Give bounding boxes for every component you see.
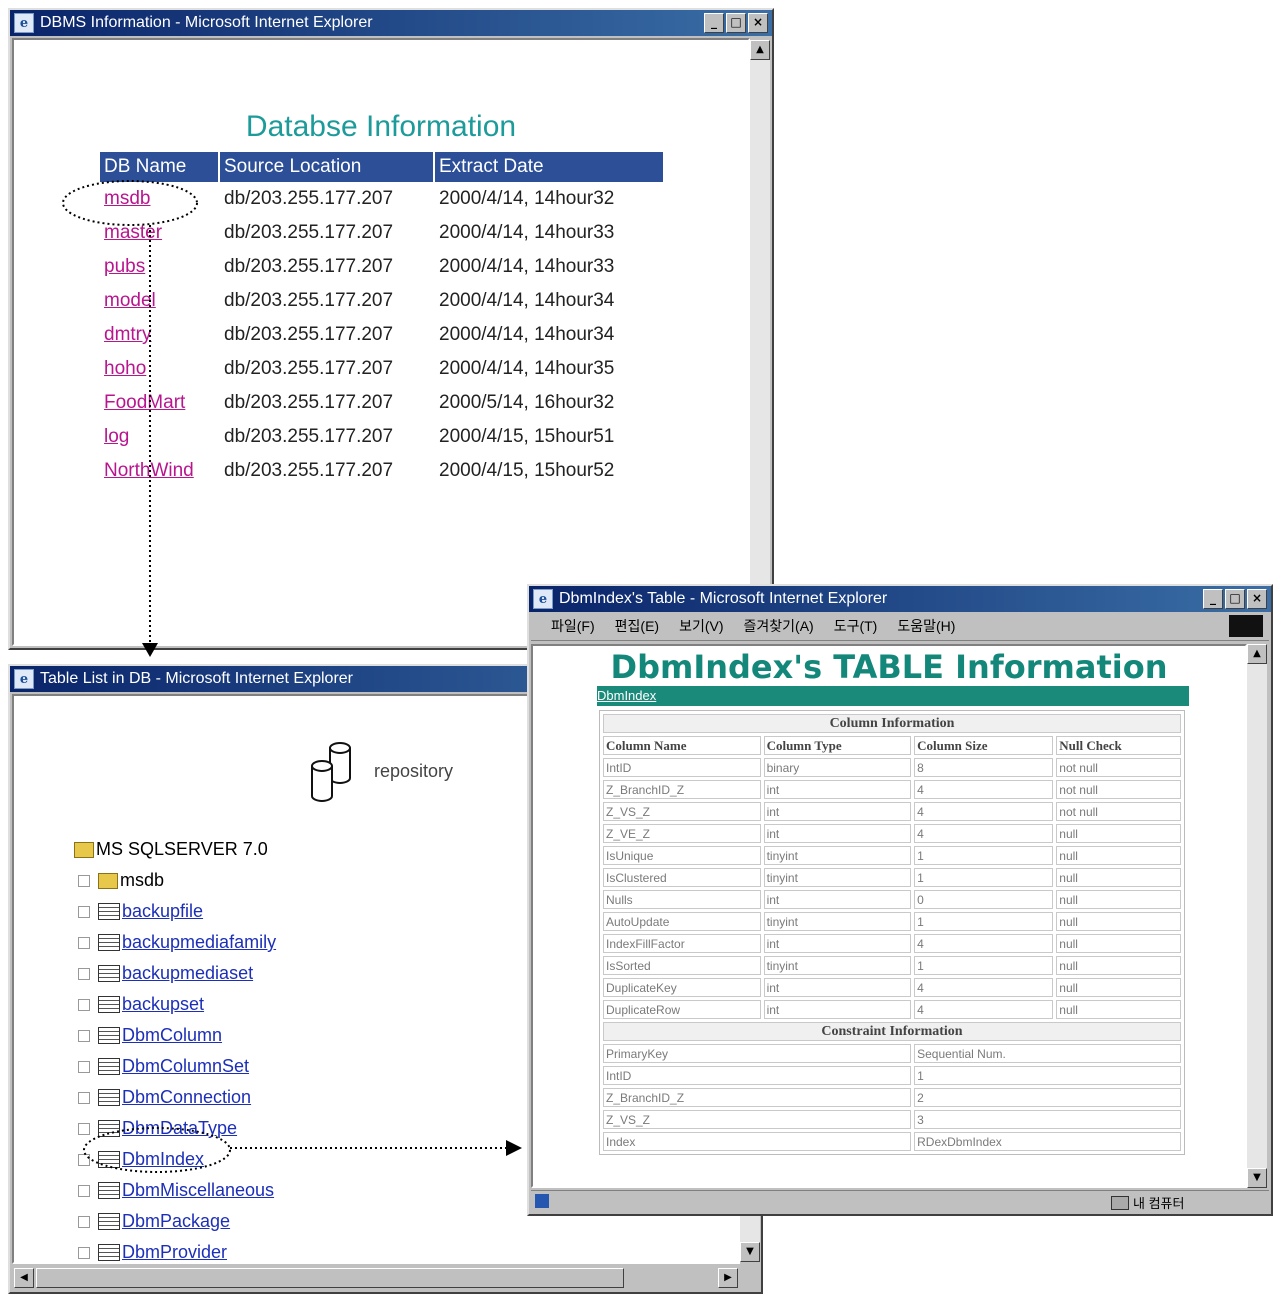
callout-overlay: [62, 180, 522, 1173]
msdb-callout-ellipse: [62, 180, 198, 226]
callout-arrowhead: [142, 643, 158, 657]
callout-arrowhead: [506, 1140, 522, 1156]
dbmindex-callout-ellipse: [83, 1127, 231, 1173]
